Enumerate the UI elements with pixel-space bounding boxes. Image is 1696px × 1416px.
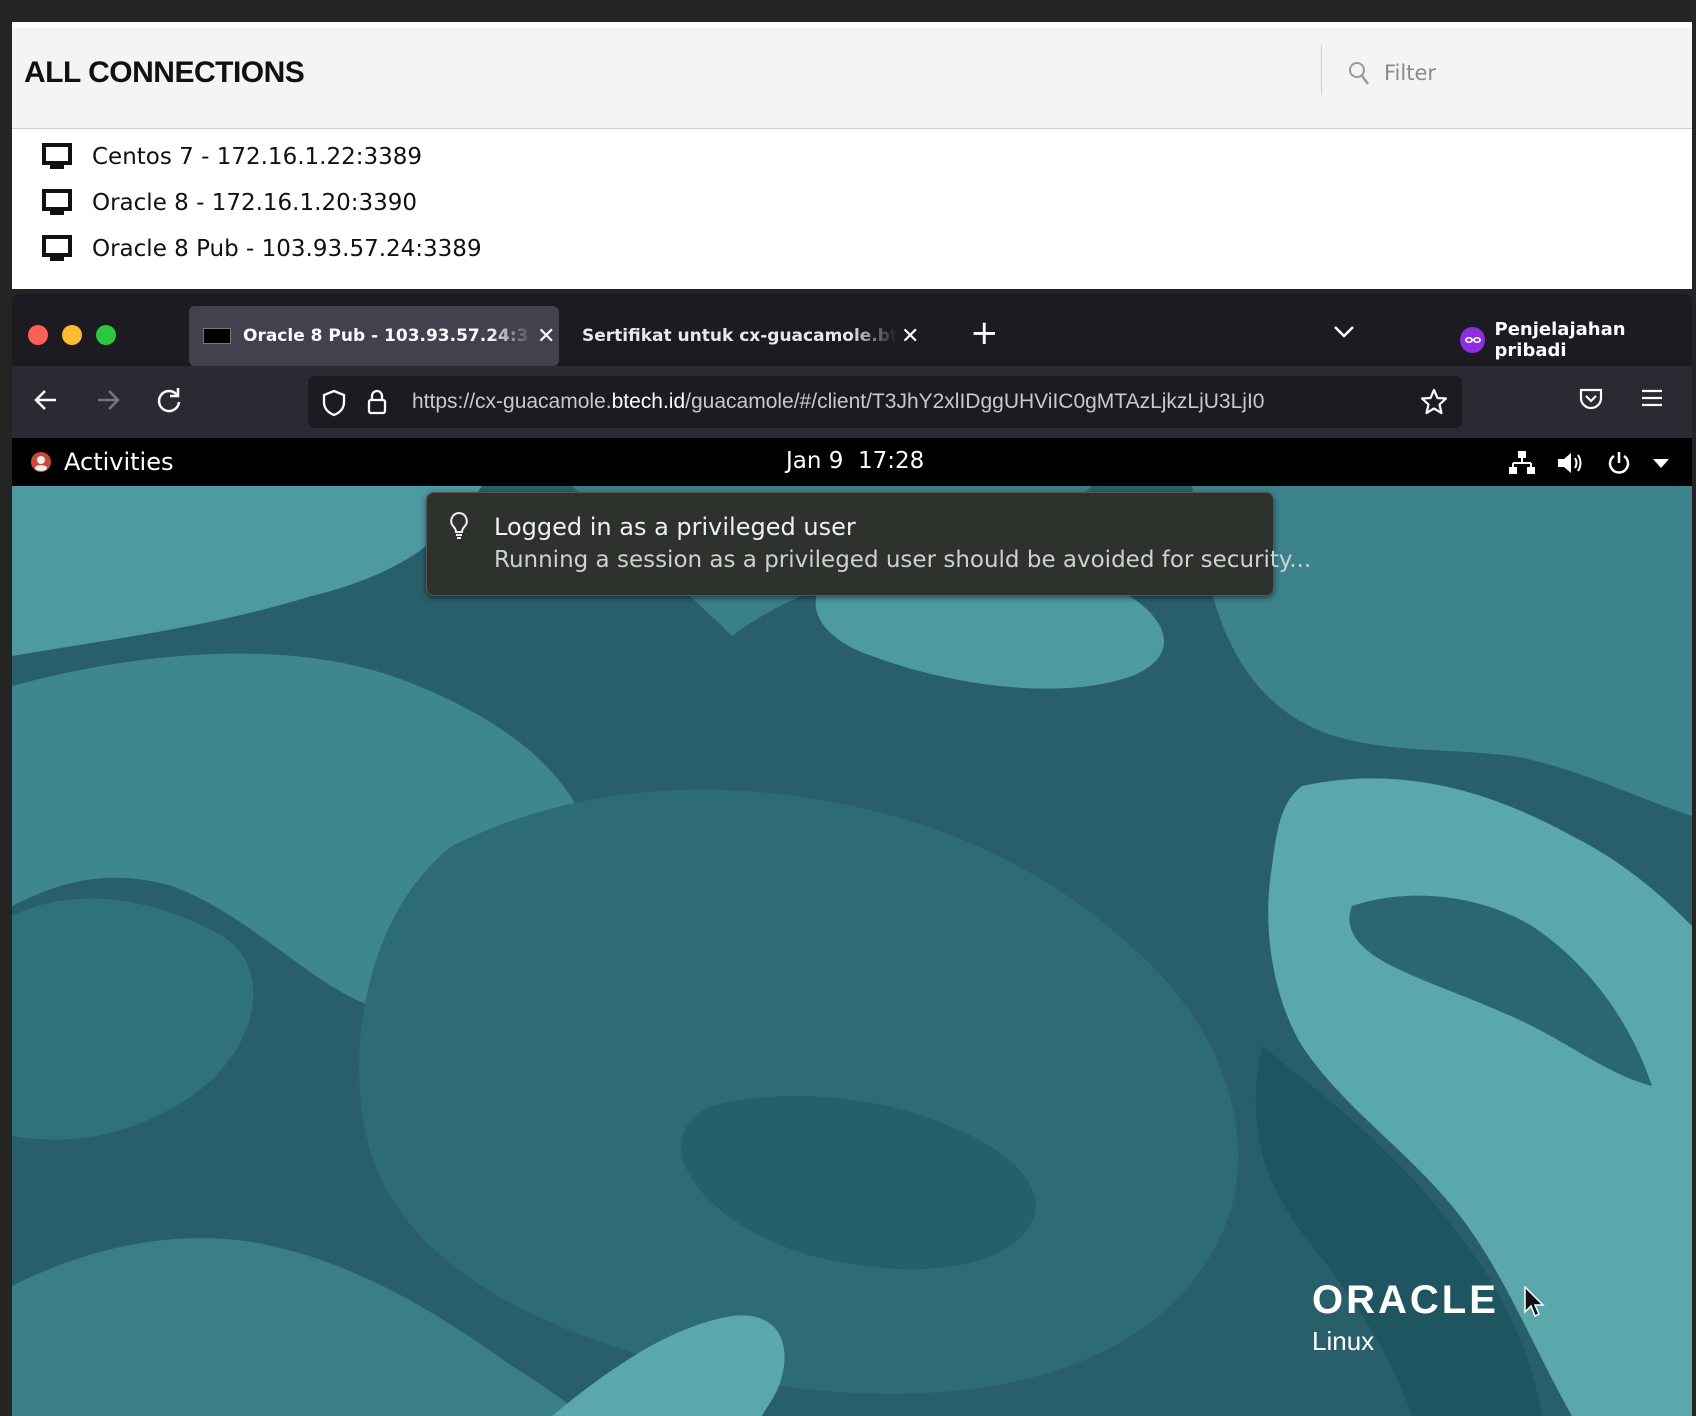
activities-button[interactable]: Activities xyxy=(30,448,174,476)
network-icon[interactable] xyxy=(1508,450,1536,476)
tracking-protection-shield-icon[interactable] xyxy=(322,389,346,417)
back-arrow-icon[interactable] xyxy=(32,386,60,414)
maximize-window-button[interactable] xyxy=(96,325,116,345)
connection-item[interactable]: Centos 7 - 172.16.1.22:3389 xyxy=(42,139,422,175)
connections-title: ALL CONNECTIONS xyxy=(24,56,305,89)
chevron-down-icon[interactable] xyxy=(1652,457,1670,469)
connection-label: Oracle 8 Pub - 103.93.57.24:3389 xyxy=(92,236,482,262)
volume-icon[interactable] xyxy=(1556,450,1586,476)
filter-input[interactable] xyxy=(1382,57,1676,89)
private-browsing-indicator: Penjelajahan pribadi xyxy=(1460,319,1692,361)
navigation-bar: https://cx-guacamole.btech.id/guacamole/… xyxy=(12,366,1692,438)
desktop-icon xyxy=(42,143,72,169)
activities-logo-icon xyxy=(31,452,51,472)
tab-title: Oracle 8 Pub - 103.93.57.24:3389 xyxy=(243,326,533,346)
power-icon[interactable] xyxy=(1606,450,1632,476)
forward-arrow-icon[interactable] xyxy=(94,386,122,414)
clock[interactable]: Jan 9 17:28 xyxy=(786,448,924,474)
url-domain: btech.id xyxy=(611,390,686,413)
desktop-icon xyxy=(42,235,72,261)
url-prefix: https://cx-guacamole. xyxy=(412,390,612,413)
desktop-wallpaper xyxy=(12,486,1692,1416)
connections-header: ALL CONNECTIONS xyxy=(12,28,1692,129)
chevron-down-icon[interactable] xyxy=(1332,324,1356,340)
oracle-linux-logo: ORACLE Linux xyxy=(1312,1280,1499,1357)
connection-item[interactable]: Oracle 8 Pub - 103.93.57.24:3389 xyxy=(42,231,482,267)
privileged-user-notification[interactable]: Logged in as a privileged user Running a… xyxy=(426,492,1311,596)
tab-active[interactable]: Oracle 8 Pub - 103.93.57.24:3389 ✕ xyxy=(189,306,559,366)
browser-window: Oracle 8 Pub - 103.93.57.24:3389 ✕ Serti… xyxy=(12,294,1692,1416)
url-path: /guacamole/#/client/T3JhY2xlIDggUHViIC0g… xyxy=(685,390,1265,413)
mouse-cursor-icon xyxy=(1524,1286,1545,1318)
gnome-top-bar: Activities Jan 9 17:28 xyxy=(12,438,1692,486)
system-tray[interactable] xyxy=(1508,450,1670,476)
private-mask-icon xyxy=(1460,327,1485,353)
tab-favicon xyxy=(203,328,231,344)
minimize-window-button[interactable] xyxy=(62,325,82,345)
notification-body: Running a session as a privileged user s… xyxy=(494,547,1312,573)
reload-icon[interactable] xyxy=(155,386,183,414)
bookmark-star-icon[interactable] xyxy=(1420,388,1448,416)
close-window-button[interactable] xyxy=(28,325,48,345)
connection-label: Oracle 8 - 172.16.1.20:3390 xyxy=(92,190,417,216)
lock-icon[interactable] xyxy=(366,388,388,416)
connection-label: Centos 7 - 172.16.1.22:3389 xyxy=(92,144,423,170)
activities-label: Activities xyxy=(64,448,174,476)
lightbulb-icon xyxy=(450,511,468,539)
url-text[interactable]: https://cx-guacamole.btech.id/guacamole/… xyxy=(412,390,1402,414)
tab-title: Sertifikat untuk cx-guacamole.btech.id xyxy=(582,326,897,346)
connection-item[interactable]: Oracle 8 - 172.16.1.20:3390 xyxy=(42,185,417,221)
remote-desktop-view[interactable]: Activities Jan 9 17:28 Logged in as a pr… xyxy=(12,438,1692,1416)
oracle-logo-sub: Linux xyxy=(1312,1326,1375,1356)
notification-title: Logged in as a privileged user xyxy=(494,513,856,541)
connections-panel: ALL CONNECTIONS Centos 7 - 172.16.1.22:3… xyxy=(12,22,1692,289)
pocket-icon[interactable] xyxy=(1578,386,1604,412)
search-icon xyxy=(1349,62,1369,85)
new-tab-button[interactable]: + xyxy=(970,316,999,350)
tab-certificate[interactable]: Sertifikat untuk cx-guacamole.btech.id ✕ xyxy=(582,306,942,366)
private-browsing-label: Penjelajahan pribadi xyxy=(1494,319,1626,361)
desktop-icon xyxy=(42,189,72,215)
url-bar[interactable]: https://cx-guacamole.btech.id/guacamole/… xyxy=(308,376,1462,428)
oracle-logo-word: ORACLE xyxy=(1312,1278,1499,1322)
tab-bar: Oracle 8 Pub - 103.93.57.24:3389 ✕ Serti… xyxy=(12,294,1692,366)
close-tab-icon[interactable]: ✕ xyxy=(537,324,555,349)
filter-box xyxy=(1321,45,1692,95)
menu-hamburger-icon[interactable] xyxy=(1640,386,1664,410)
close-tab-icon[interactable]: ✕ xyxy=(901,324,919,349)
